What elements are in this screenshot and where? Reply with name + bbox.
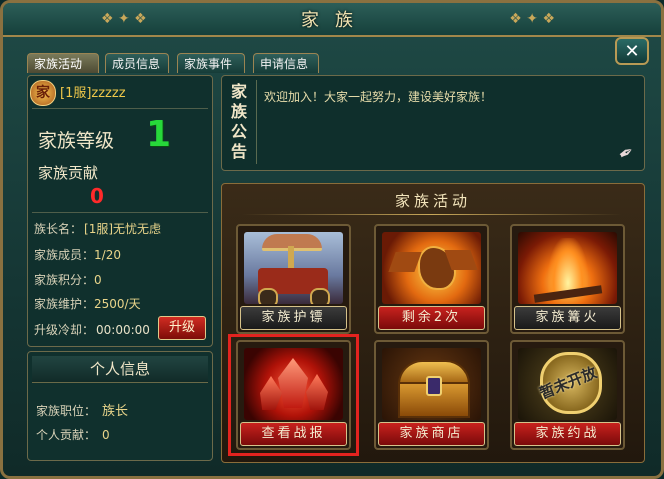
family-contribution-value: 0 [90,184,104,208]
red-crystal-icon [244,348,343,420]
activities-title: 家族活动 [394,192,471,210]
bonfire-button[interactable]: 家族篝火 [514,306,621,330]
stat-label: 家族积分： [34,273,95,287]
bonfire-icon [518,232,617,304]
remaining-attempts-button[interactable]: 剩余2次 [378,306,485,330]
personal-contribution-row: 个人贡献： 0 [36,426,110,443]
activity-card-duel[interactable]: 暂未开放 家族约战 [510,340,625,450]
family-info-panel: 家 [1服]zzzzz 家族等级 1 家族贡献 0 族长名： [1服]无忧无虑 家… [27,75,213,347]
stat-row-leader: 族长名： [1服]无忧无虑 [34,220,161,237]
personal-info-panel: 个人信息 家族职位： 族长 个人贡献： 0 [27,351,213,461]
personal-contribution-label: 个人贡献： [36,428,97,442]
family-shop-button[interactable]: 家族商店 [378,422,485,446]
stat-value: 0 [94,273,102,287]
stat-label: 家族维护： [34,297,95,311]
stat-label: 族长名： [34,222,83,236]
activity-card-battle-report[interactable]: 查看战报 [236,340,351,450]
upgrade-button[interactable]: 升级 [158,316,206,340]
view-battle-report-button[interactable]: 查看战报 [240,422,347,446]
window-title: 家族 [301,10,369,31]
tab-member-info[interactable]: 成员信息 [105,53,169,73]
family-contribution-label: 家族贡献 [38,164,99,182]
quill-pen-icon[interactable]: ✒ [615,141,639,167]
close-button[interactable]: ✕ [615,37,649,65]
escort-carriage-icon [244,232,343,304]
family-emblem-icon: 家 [30,80,56,106]
activity-card-dragon[interactable]: 剩余2次 [374,224,489,334]
stat-row-members: 家族成员：1/20 [34,246,121,263]
family-level-value: 1 [146,114,172,155]
stat-label: 升级冷却： [34,323,95,337]
position-label: 家族职位： [36,404,97,418]
position-value: 族长 [102,404,129,419]
family-name: [1服]zzzzz [60,86,126,101]
family-duel-button[interactable]: 家族约战 [514,422,621,446]
divider [32,212,208,213]
tab-family-events[interactable]: 家族事件 [177,53,245,73]
divider [256,80,257,164]
divider [32,108,208,109]
position-row: 家族职位： 族长 [36,400,128,419]
activity-card-bonfire[interactable]: 家族篝火 [510,224,625,334]
stat-label: 家族成员： [34,248,95,262]
notice-text: 欢迎加入！大家一起努力，建设美好家族！ [264,90,493,104]
notice-panel: 家族公告 欢迎加入！大家一起努力，建设美好家族！ ✒ [221,75,645,171]
stat-row-points: 家族积分：0 [34,271,102,288]
notice-title: 家族公告 [230,82,247,161]
stat-value: 1/20 [94,248,121,262]
activity-card-escort[interactable]: 家族护镖 [236,224,351,334]
title-bar: ❖ ✦ ❖ ❖ ✦ ❖ 家族 [3,3,661,37]
personal-info-title: 个人信息 [32,356,208,383]
activities-panel: 家族活动 家族护镖 剩余2次 家族篝火 查看战报 家族商店 暂未开放 家族约战 [221,183,645,463]
stat-value: 00:00:00 [96,323,150,337]
stat-value: [1服]无忧无虑 [84,222,162,236]
shield-medal-icon: 暂未开放 [518,348,617,420]
treasure-chest-icon [382,348,481,420]
stat-row-upkeep: 家族维护：2500/天 [34,295,141,312]
fire-dragon-icon [382,232,481,304]
activity-card-shop[interactable]: 家族商店 [374,340,489,450]
stat-value: 2500/天 [94,297,141,311]
family-window: ❖ ✦ ❖ ❖ ✦ ❖ 家族 ✕ 家族活动 成员信息 家族事件 申请信息 家 [… [0,0,664,479]
tab-family-activity[interactable]: 家族活动 [27,53,99,73]
divider [242,214,622,215]
stat-row-cooldown: 升级冷却： 00:00:00 [34,321,150,338]
close-icon: ✕ [624,41,640,62]
escort-button[interactable]: 家族护镖 [240,306,347,330]
tab-applications[interactable]: 申请信息 [253,53,319,73]
family-level-label: 家族等级 [38,130,115,152]
personal-contribution-value: 0 [102,428,110,442]
